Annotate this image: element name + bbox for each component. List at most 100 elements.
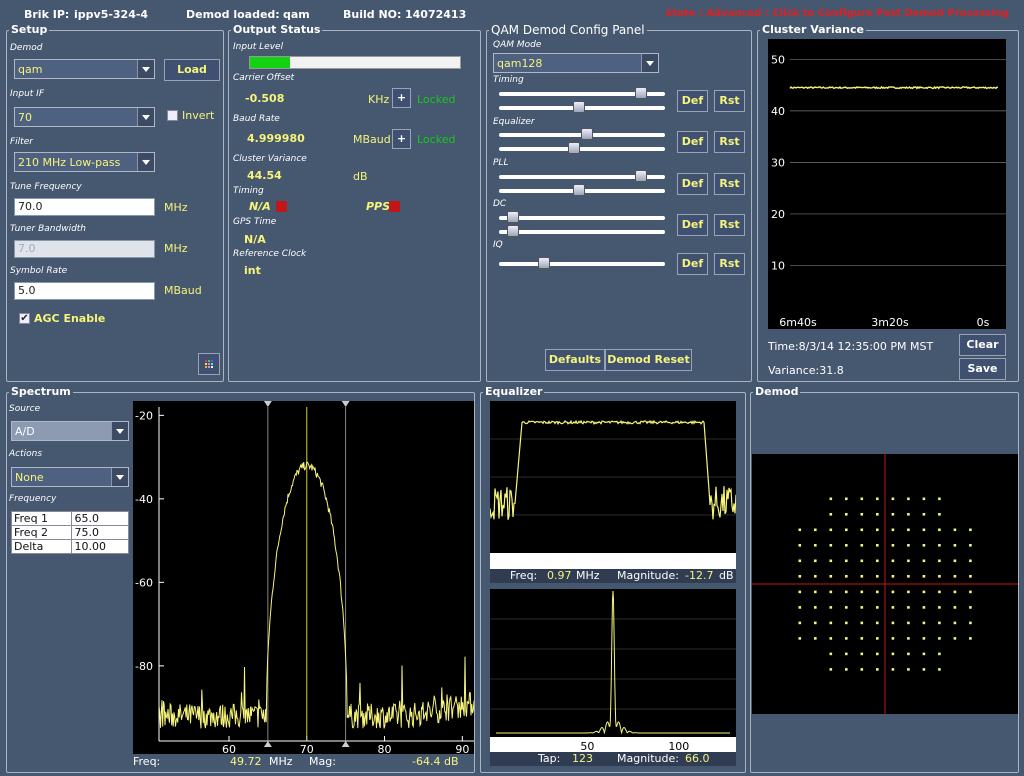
- loop-slider[interactable]: [499, 128, 665, 141]
- pll-def-button[interactable]: Def: [677, 173, 708, 195]
- timing-rst-button[interactable]: Rst: [714, 90, 745, 112]
- constellation-point: [891, 544, 895, 547]
- dc-rst-button[interactable]: Rst: [714, 214, 745, 236]
- baud-rate-plus-button[interactable]: +: [392, 129, 411, 149]
- constellation-point: [907, 544, 910, 547]
- actions-select[interactable]: None: [11, 467, 129, 487]
- slider-thumb[interactable]: [634, 170, 647, 182]
- equalizer-loop-label: Equalizer: [493, 117, 535, 127]
- equalizer-rst-button[interactable]: Rst: [714, 131, 745, 153]
- source-select[interactable]: A/D: [11, 421, 129, 441]
- tuner-bandwidth-field: 7.0: [14, 240, 155, 258]
- pll-rst-button[interactable]: Rst: [714, 173, 745, 195]
- slider-thumb[interactable]: [634, 87, 647, 99]
- constellation-point: [938, 559, 941, 563]
- baud-lock-status: Locked: [417, 133, 456, 146]
- load-button[interactable]: Load: [164, 59, 220, 81]
- loop-slider[interactable]: [499, 170, 665, 183]
- tune-frequency-unit: MHz: [164, 201, 188, 214]
- iq-rst-button[interactable]: Rst: [714, 253, 745, 275]
- dc-def-button[interactable]: Def: [677, 214, 708, 236]
- constellation-point: [938, 668, 941, 671]
- slider-thumb[interactable]: [572, 184, 585, 196]
- constellation-point: [814, 544, 817, 547]
- invert-checkbox[interactable]: [167, 110, 178, 121]
- eq-tap-mag-value: 66.0: [685, 752, 710, 765]
- demod-select-value: qam: [18, 63, 43, 76]
- constellation-point: [891, 590, 895, 594]
- loop-slider[interactable]: [499, 225, 665, 238]
- constellation-point: [845, 590, 848, 594]
- output-status-title: Output Status: [231, 23, 323, 36]
- equalizer-freq-readout: Freq: 0.97 MHz Magnitude: -12.7 dB: [490, 569, 736, 583]
- actions-label: Actions: [9, 449, 43, 459]
- equalizer-def-button[interactable]: Def: [677, 131, 708, 153]
- constellation-point: [969, 575, 972, 578]
- defaults-button[interactable]: Defaults: [545, 349, 605, 371]
- constellation-point: [891, 621, 895, 625]
- loop-slider[interactable]: [499, 257, 665, 270]
- carrier-offset-plus-button[interactable]: +: [392, 88, 411, 108]
- slider-thumb[interactable]: [506, 225, 519, 237]
- source-value: A/D: [15, 425, 35, 438]
- slider-thumb[interactable]: [568, 142, 581, 154]
- loop-slider[interactable]: [499, 184, 665, 197]
- constellation-point: [922, 513, 926, 516]
- constellation-point: [845, 528, 848, 532]
- table-cell[interactable]: 65.0: [71, 511, 129, 526]
- frequency-label: Frequency: [9, 494, 57, 504]
- constellation-point: [876, 637, 879, 640]
- constellation-point: [922, 668, 926, 671]
- constellation-point: [829, 606, 833, 609]
- equalizer-freq-chart[interactable]: 0: [490, 401, 736, 581]
- y-tick-label: 50: [771, 53, 785, 66]
- constellation-point: [860, 606, 864, 609]
- constellation-point: [891, 575, 895, 578]
- loop-slider[interactable]: [499, 87, 665, 100]
- constellation-point: [907, 606, 910, 609]
- slider-thumb[interactable]: [537, 257, 550, 269]
- qam-mode-select[interactable]: qam128: [493, 53, 659, 73]
- chevron-down-icon: [111, 422, 128, 440]
- slider-thumb[interactable]: [572, 101, 585, 113]
- constellation-point: [845, 621, 848, 625]
- tune-frequency-field[interactable]: 70.0: [14, 198, 155, 216]
- iq-def-button[interactable]: Def: [677, 253, 708, 275]
- spectrum-freq-label: Freq:: [133, 755, 161, 768]
- equalizer-title: Equalizer: [483, 385, 545, 398]
- input-if-select[interactable]: 70: [14, 107, 155, 127]
- spectrum-mag-label: Mag:: [309, 755, 336, 768]
- constellation-point: [922, 590, 926, 594]
- constellation-point: [922, 621, 926, 625]
- loop-slider[interactable]: [499, 211, 665, 224]
- equalizer-tap-chart[interactable]: 50 100: [490, 589, 736, 753]
- eq-tap-value: 123: [572, 752, 593, 765]
- loop-slider[interactable]: [499, 101, 665, 114]
- filter-select[interactable]: 210 MHz Low-pass: [14, 152, 155, 172]
- clear-button[interactable]: Clear: [959, 334, 1006, 356]
- constellation-point: [876, 544, 879, 547]
- spectrum-chart[interactable]: -20 -40 -60 -80 60 70 80 90: [133, 401, 474, 754]
- demod-reset-button[interactable]: Demod Reset: [605, 349, 692, 371]
- table-cell[interactable]: 75.0: [71, 525, 129, 540]
- timing-value: N/A: [249, 200, 271, 213]
- table-cell[interactable]: 10.00: [71, 539, 129, 554]
- loop-slider[interactable]: [499, 142, 665, 155]
- carrier-offset-unit: KHz: [368, 93, 390, 106]
- constellation-chart: [752, 454, 1018, 714]
- symbol-rate-field[interactable]: 5.0: [14, 282, 155, 300]
- state-link[interactable]: State : Advanced : Click to Configure Po…: [665, 8, 1009, 19]
- constellation-point: [891, 606, 895, 609]
- timing-def-button[interactable]: Def: [677, 90, 708, 112]
- demod-select[interactable]: qam: [14, 59, 155, 79]
- agc-checkbox[interactable]: ✔: [19, 313, 30, 324]
- slider-thumb[interactable]: [506, 211, 519, 223]
- constellation-point: [969, 621, 972, 625]
- save-button[interactable]: Save: [959, 358, 1006, 380]
- constellation-point: [938, 497, 941, 501]
- constellation-point: [938, 544, 941, 547]
- constellation-point: [953, 637, 957, 640]
- slider-thumb[interactable]: [580, 128, 593, 140]
- constellation-point: [798, 606, 802, 609]
- color-grid-button[interactable]: [198, 353, 220, 375]
